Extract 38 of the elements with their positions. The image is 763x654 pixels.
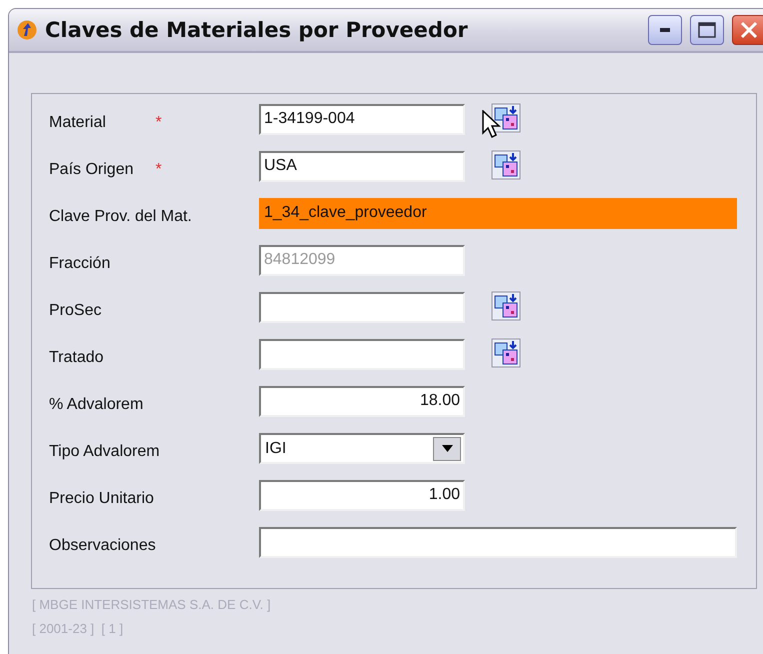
field-label: Clave Prov. del Mat.: [49, 207, 193, 226]
field-label: Tipo Advalorem: [49, 442, 161, 461]
close-icon: [740, 21, 758, 39]
field-label: Precio Unitario: [49, 489, 155, 508]
footer-text: [ MBGE INTERSISTEMAS S.A. DE C.V. ]: [32, 596, 272, 614]
input-field[interactable]: [259, 339, 465, 370]
dropdown[interactable]: IGI: [259, 433, 465, 464]
field-label: Fracción: [49, 254, 112, 273]
input-field[interactable]: 1-34199-004: [259, 104, 465, 135]
input-field[interactable]: 1.00: [259, 480, 465, 511]
input-field[interactable]: [259, 527, 737, 558]
minimize-button[interactable]: [648, 15, 682, 45]
minimize-icon: [660, 28, 670, 32]
lookup-icon: [491, 103, 521, 133]
field-label: País Origen: [49, 160, 134, 179]
input-field: 84812099: [259, 245, 465, 276]
input-field[interactable]: USA: [259, 151, 465, 182]
field-label: Observaciones: [49, 536, 157, 555]
field-label: ProSec: [49, 301, 102, 320]
lookup-icon: [491, 150, 521, 180]
field-label: % Advalorem: [49, 395, 144, 414]
input-field[interactable]: [259, 292, 465, 323]
maximize-icon: [698, 22, 716, 38]
window-title: Claves de Materiales por Proveedor: [45, 18, 469, 42]
field-label: Tratado: [49, 348, 105, 367]
caret-icon: [442, 445, 452, 452]
input-field[interactable]: 18.00: [259, 386, 465, 417]
required-mark: *: [154, 113, 163, 132]
app-icon: [17, 20, 37, 40]
footer-text: [ 2001-23 ] [ 1 ]: [32, 620, 124, 638]
cursor-icon: [482, 110, 502, 140]
lookup-icon: [491, 338, 521, 368]
input-field[interactable]: 1_34_clave_proveedor: [259, 198, 737, 229]
maximize-button[interactable]: [690, 15, 724, 45]
close-button[interactable]: [732, 15, 763, 45]
required-mark: *: [154, 160, 163, 179]
lookup-icon: [491, 291, 521, 321]
field-label: Material: [49, 113, 107, 132]
